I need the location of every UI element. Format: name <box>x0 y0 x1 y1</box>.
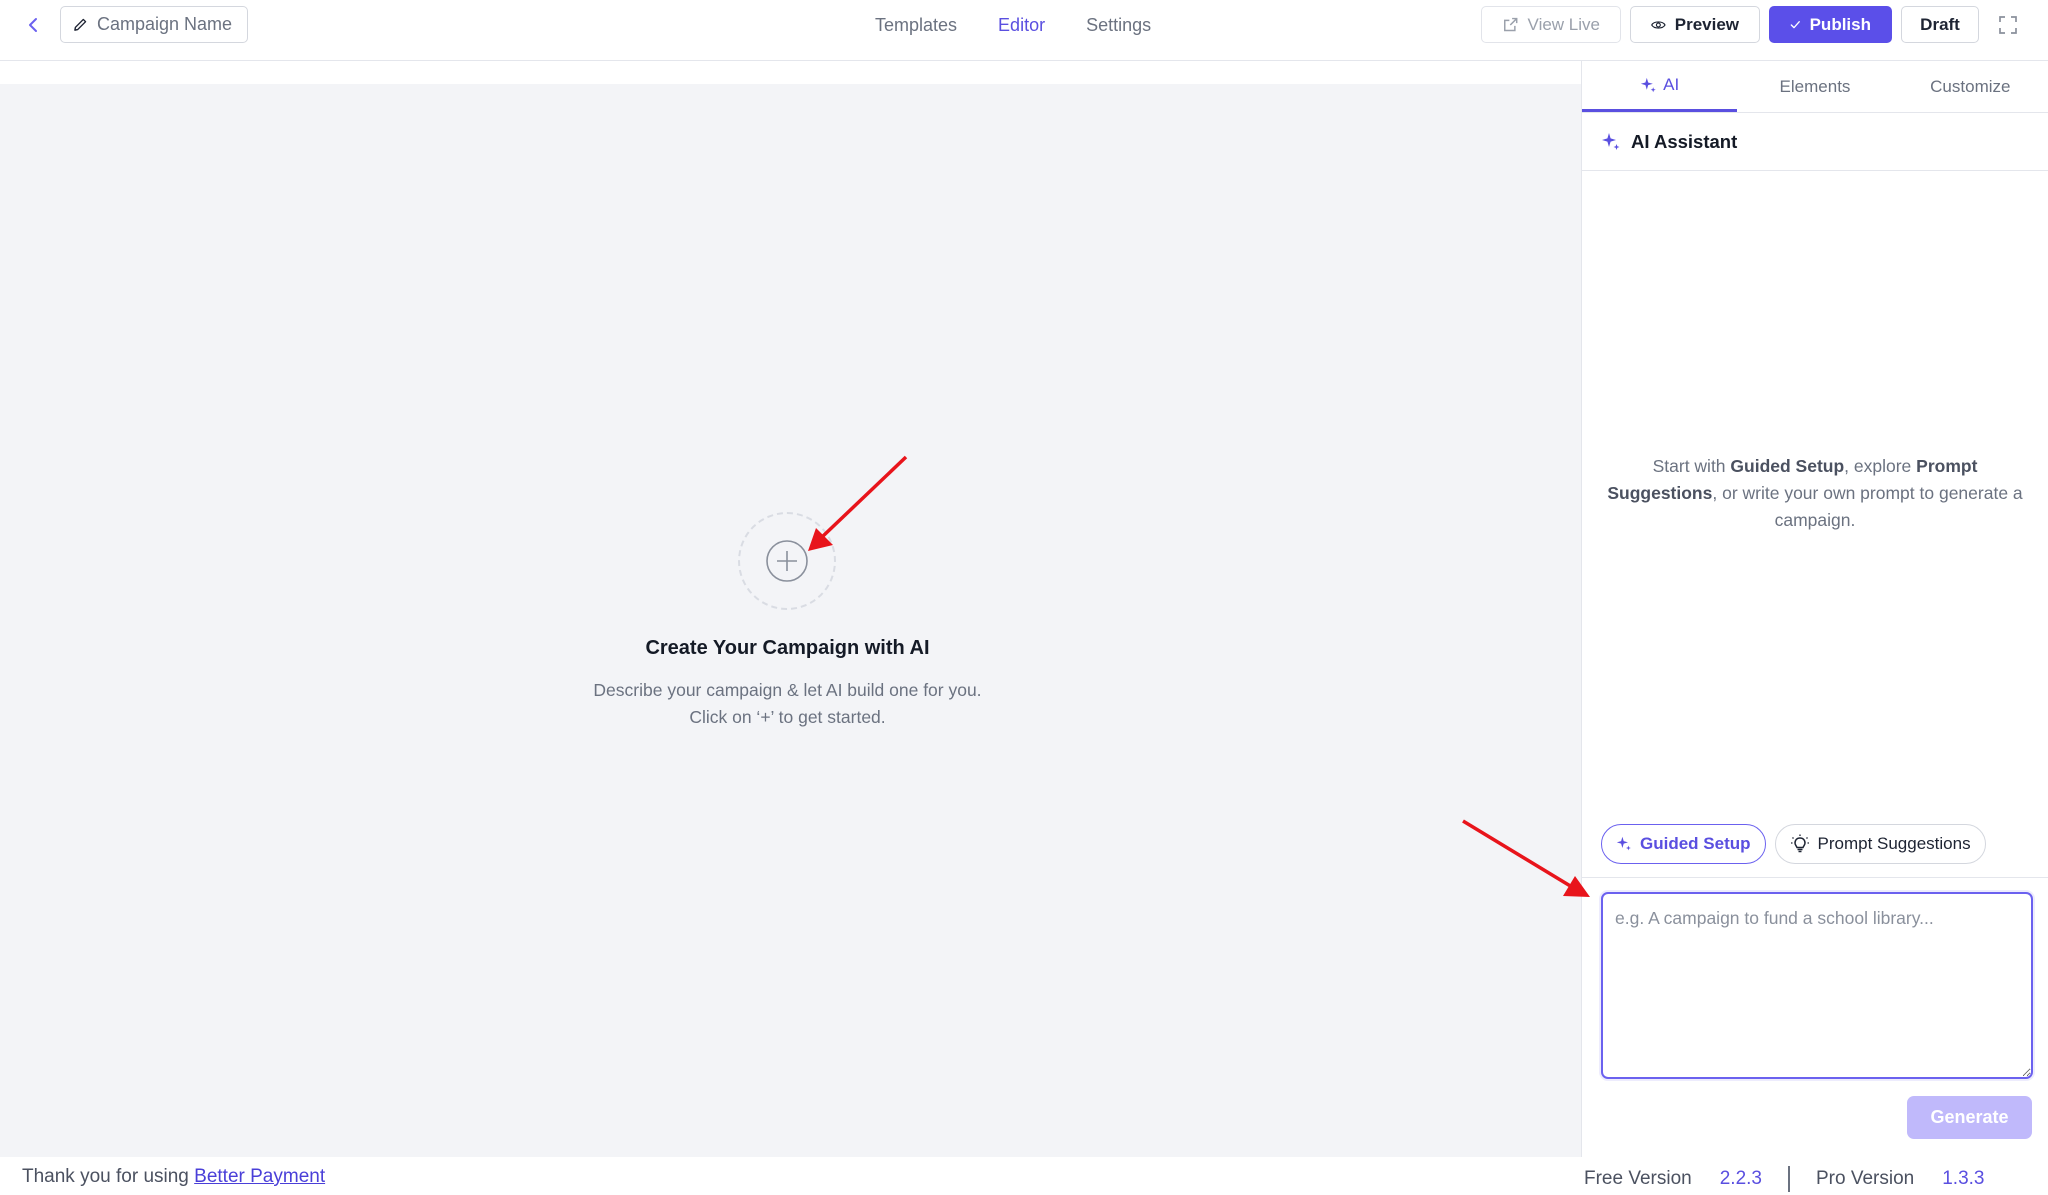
divider <box>1582 877 2048 878</box>
intro-guided-setup: Guided Setup <box>1730 456 1845 476</box>
guided-setup-button[interactable]: Guided Setup <box>1601 824 1766 864</box>
pro-version-label: Pro Version <box>1816 1168 1915 1189</box>
back-button[interactable] <box>18 10 48 40</box>
tab-settings[interactable]: Settings <box>1086 15 1151 36</box>
eye-icon <box>1651 20 1666 29</box>
publish-button[interactable]: Publish <box>1769 6 1892 43</box>
tab-templates[interactable]: Templates <box>875 15 957 36</box>
lightbulb-icon <box>1790 834 1809 853</box>
sparkle-icon <box>1616 836 1631 851</box>
footer: Thank you for using Better Payment Free … <box>0 1157 2048 1195</box>
ai-assistant-title: AI Assistant <box>1631 130 1738 152</box>
tab-ai-label: AI <box>1663 75 1680 94</box>
add-campaign-button[interactable] <box>738 512 836 610</box>
description-line-2: Click on ‘+’ to get started. <box>689 707 886 727</box>
footer-thanks-text: Thank you for using <box>22 1166 195 1187</box>
editor-canvas: Create Your Campaign with AI Describe yo… <box>0 84 1581 1157</box>
intro-text: Start with <box>1652 456 1731 476</box>
draft-label: Draft <box>1920 14 1960 34</box>
view-live-button[interactable]: View Live <box>1481 6 1621 43</box>
create-campaign-description: Describe your campaign & let AI build on… <box>0 677 1575 731</box>
header-actions: View Live Preview Publish Draft <box>1481 6 2028 43</box>
view-live-label: View Live <box>1527 14 1600 34</box>
footer-thanks: Thank you for using Better Payment <box>22 1166 325 1188</box>
create-campaign-title: Create Your Campaign with AI <box>645 637 930 659</box>
fullscreen-button[interactable] <box>1988 6 2028 43</box>
tab-ai[interactable]: AI <box>1582 61 1738 112</box>
publish-label: Publish <box>1809 14 1871 34</box>
free-version-number: 2.2.3 <box>1719 1168 1762 1189</box>
ai-assistant-header: AI Assistant <box>1582 113 2048 171</box>
create-campaign-empty-state: Create Your Campaign with AI Describe yo… <box>0 84 1581 1157</box>
pencil-icon <box>74 18 87 31</box>
generate-button[interactable]: Generate <box>1907 1096 2032 1139</box>
intro-text: , explore <box>1844 456 1917 476</box>
guided-setup-label: Guided Setup <box>1640 834 1751 853</box>
sparkle-icon <box>1640 77 1656 92</box>
prompt-suggestions-button[interactable]: Prompt Suggestions <box>1774 824 1986 864</box>
better-payment-link[interactable]: Better Payment <box>194 1166 325 1187</box>
tab-customize[interactable]: Customize <box>1893 61 2048 112</box>
external-link-icon <box>1504 17 1518 31</box>
footer-versions: Free Version 2.2.3 Pro Version 1.3.3 <box>1584 1166 1985 1192</box>
chevron-left-icon <box>29 18 37 32</box>
assistant-mode-chips: Guided Setup Prompt Suggestions <box>1601 824 1986 864</box>
free-version-label: Free Version <box>1584 1168 1692 1189</box>
intro-text: , or write your own prompt to generate a… <box>1712 483 2023 530</box>
tab-customize-label: Customize <box>1930 76 2011 96</box>
draft-button[interactable]: Draft <box>1901 6 1979 43</box>
tab-elements-label: Elements <box>1779 76 1851 96</box>
campaign-name-label: Campaign Name <box>97 14 233 34</box>
pro-version-number: 1.3.3 <box>1942 1168 1985 1189</box>
version-separator <box>1788 1166 1790 1192</box>
description-line-1: Describe your campaign & let AI build on… <box>593 680 982 700</box>
ai-assistant-intro: Start with Guided Setup, explore Prompt … <box>1600 453 2030 534</box>
preview-label: Preview <box>1674 14 1739 34</box>
campaign-prompt-input[interactable] <box>1601 892 2033 1079</box>
top-bar: Campaign Name Templates Editor Settings … <box>0 0 2048 61</box>
main-tabs: Templates Editor Settings <box>875 0 1151 50</box>
check-icon <box>1790 20 1800 28</box>
campaign-name-field[interactable]: Campaign Name <box>60 6 248 43</box>
preview-button[interactable]: Preview <box>1630 6 1760 43</box>
expand-icon <box>1999 15 2017 34</box>
sparkle-icon <box>1602 132 1620 150</box>
prompt-suggestions-label: Prompt Suggestions <box>1817 834 1971 853</box>
tab-editor[interactable]: Editor <box>998 15 1045 36</box>
panel-tabs: AI Elements Customize <box>1582 61 2048 113</box>
plus-circle-icon <box>766 540 808 582</box>
tab-elements[interactable]: Elements <box>1737 61 1892 112</box>
right-sidebar-panel: AI Elements Customize AI Assistant Start… <box>1581 61 2048 1157</box>
